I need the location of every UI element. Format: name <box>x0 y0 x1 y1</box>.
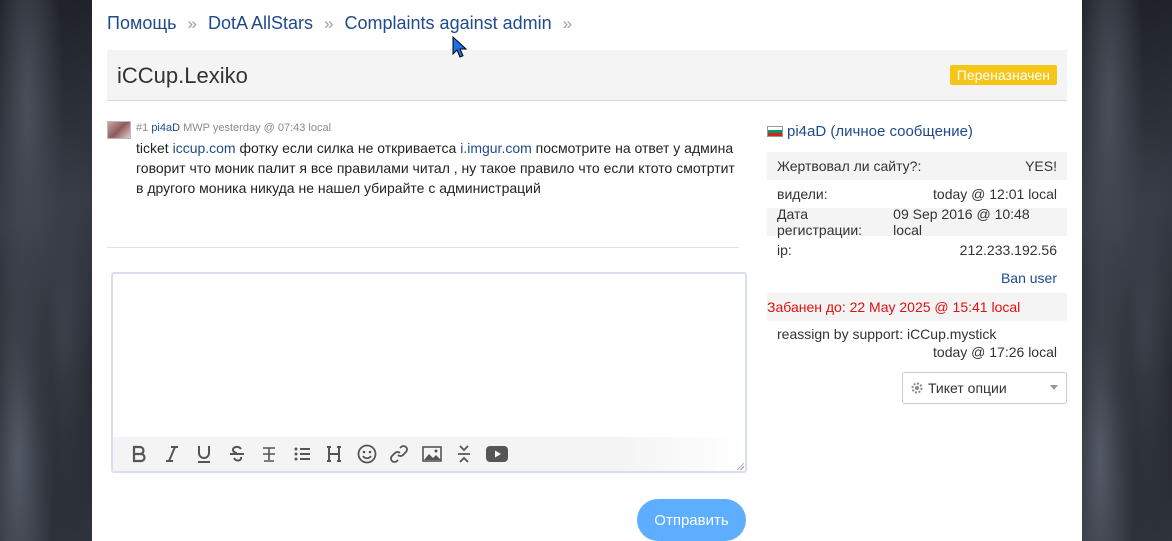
info-row-ip: ip: 212.233.192.56 <box>767 236 1067 264</box>
status-badge: Переназначен <box>949 65 1057 85</box>
reassign-time: today @ 17:26 local <box>933 344 1057 360</box>
reply-editor[interactable] <box>111 272 747 473</box>
info-row-registered: Дата регистрации: 09 Sep 2016 @ 10:48 lo… <box>767 206 1067 238</box>
info-label: Жертвовал ли сайту?: <box>777 158 922 174</box>
breadcrumb: Помощь » DotA AllStars » Complaints agai… <box>107 13 583 34</box>
breadcrumb-complaints[interactable]: Complaints against admin <box>345 13 552 34</box>
reassign-info: reassign by support: iCCup.mystick <box>777 326 997 342</box>
post-number[interactable]: #1 <box>136 122 148 134</box>
breadcrumb-help[interactable]: Помощь <box>107 13 177 34</box>
strikethrough-icon[interactable] <box>221 441 254 467</box>
info-row-seen: видели: today @ 12:01 local <box>767 180 1067 208</box>
list-icon[interactable] <box>286 441 319 467</box>
background-left <box>0 0 92 541</box>
ticket-options-label: Тикет опции <box>928 380 1007 396</box>
gear-icon <box>910 381 924 395</box>
info-row-donated: Жертвовал ли сайту?: YES! <box>767 152 1067 180</box>
sidebar-username[interactable]: pi4aD <box>787 123 826 140</box>
breadcrumb-separator: » <box>324 13 334 33</box>
link-icon[interactable] <box>383 441 416 467</box>
info-value: 09 Sep 2016 @ 10:48 local <box>893 206 1030 238</box>
underline-icon[interactable] <box>188 441 221 467</box>
flag-icon <box>767 126 783 137</box>
post-meta: #1 pi4aD MWP yesterday @ 07:43 local <box>136 122 331 134</box>
ticket-header: iCCup.Lexiko Переназначен <box>107 50 1067 101</box>
background-right <box>1082 0 1172 541</box>
info-label: видели: <box>777 186 828 202</box>
page-title: iCCup.Lexiko <box>117 63 248 88</box>
spoiler-icon[interactable] <box>448 441 481 467</box>
clear-format-icon[interactable] <box>253 441 286 467</box>
private-message-link[interactable]: (личное сообщение) <box>830 123 973 140</box>
post-author[interactable]: pi4aD <box>151 122 180 134</box>
resize-handle[interactable] <box>736 462 744 470</box>
post-link-iccup[interactable]: iccup.com <box>173 140 236 156</box>
ban-user-link[interactable]: Ban user <box>1001 270 1057 286</box>
post-time: yesterday @ 07:43 local <box>212 122 332 134</box>
breadcrumb-dota[interactable]: DotA AllStars <box>208 13 313 34</box>
post-rank: MWP <box>183 122 210 134</box>
italic-icon[interactable] <box>156 441 189 467</box>
breadcrumb-separator: » <box>562 13 573 33</box>
info-value: today @ 12:01 local <box>933 186 1057 202</box>
post-text: фотку если силка не откриваетса <box>235 140 461 156</box>
post-text: ticket <box>136 140 173 156</box>
avatar[interactable] <box>107 121 131 139</box>
editor-toolbar <box>113 437 745 471</box>
page: Помощь » DotA AllStars » Complaints agai… <box>92 0 1082 541</box>
heading-icon[interactable] <box>318 441 351 467</box>
post-body: ticket iccup.com фотку если силка не отк… <box>136 138 736 198</box>
sidebar-user: pi4aD (личное сообщение) <box>767 123 973 140</box>
info-label: Дата регистрации: <box>777 206 863 238</box>
send-button[interactable]: Отправить <box>637 499 746 541</box>
breadcrumb-separator: » <box>187 13 197 33</box>
emoji-icon[interactable] <box>351 441 384 467</box>
banned-until: Забанен до: 22 May 2025 @ 15:41 local <box>767 293 1067 321</box>
info-value: 212.233.192.56 <box>959 242 1057 258</box>
mouse-cursor-icon <box>452 36 468 58</box>
chevron-down-icon <box>1050 385 1058 390</box>
info-value: YES! <box>1025 158 1057 174</box>
info-label: ip: <box>777 242 792 258</box>
bold-icon[interactable] <box>123 441 156 467</box>
divider <box>107 247 739 248</box>
ticket-options-select[interactable]: Тикет опции <box>902 372 1067 404</box>
image-icon[interactable] <box>416 441 449 467</box>
post-link-imgur[interactable]: i.imgur.com <box>460 140 532 156</box>
youtube-icon[interactable] <box>481 441 514 467</box>
